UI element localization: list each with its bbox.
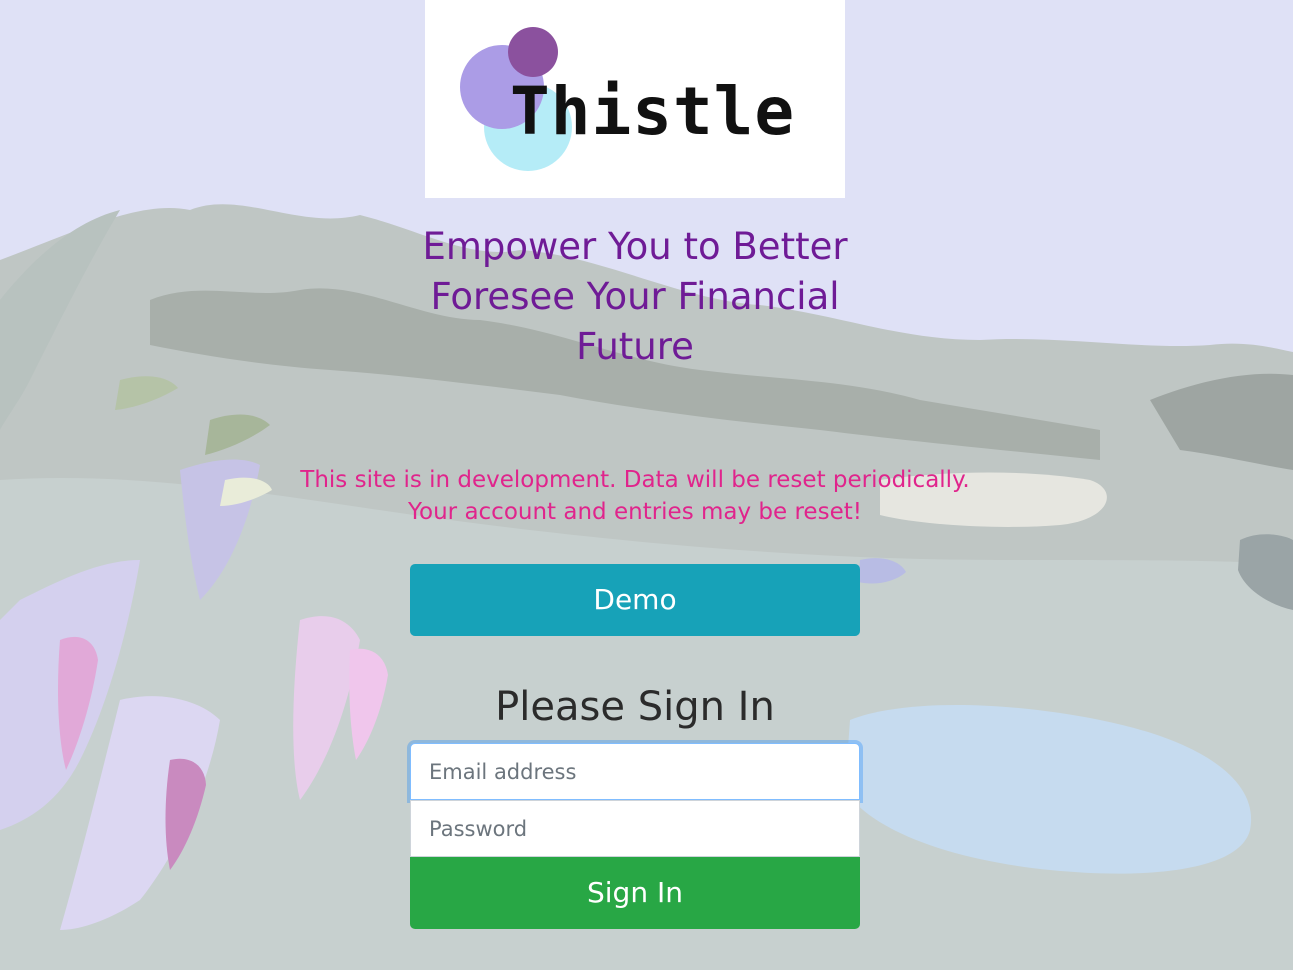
notice-line-2: Your account and entries may be reset! xyxy=(408,499,862,525)
notice-line-1: This site is in development. Data will b… xyxy=(300,467,970,493)
password-field[interactable] xyxy=(410,800,860,857)
login-page: Thistle Empower You to Better Foresee Yo… xyxy=(0,0,1293,970)
sign-in-button[interactable]: Sign In xyxy=(410,857,860,929)
development-notice: This site is in development. Data will b… xyxy=(250,464,1020,528)
email-field[interactable] xyxy=(410,743,860,800)
demo-button[interactable]: Demo xyxy=(410,564,860,636)
tagline-heading: Empower You to Better Foresee Your Finan… xyxy=(422,225,848,368)
logo-wordmark: Thistle xyxy=(510,73,796,150)
sign-in-title: Please Sign In xyxy=(495,684,775,730)
